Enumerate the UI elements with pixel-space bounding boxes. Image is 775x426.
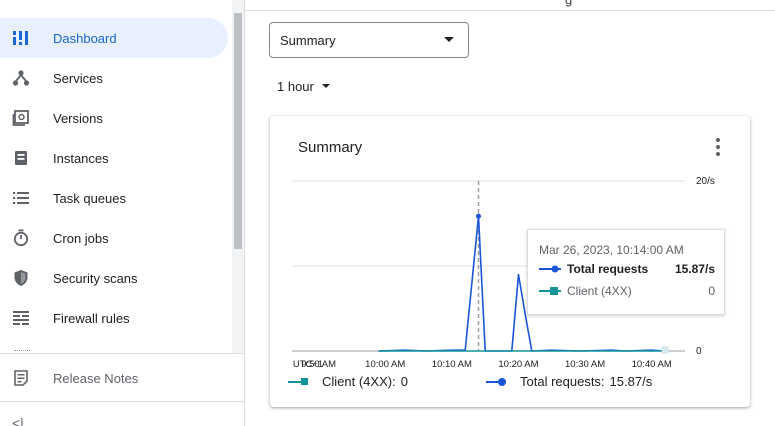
sidebar-item-task-queues[interactable]: Task queues: [0, 178, 228, 218]
sidebar-item-versions[interactable]: Versions: [0, 98, 228, 138]
sidebar-item-label: Services: [53, 70, 103, 86]
sidebar-item-label: Cron jobs: [53, 230, 109, 246]
tooltip-row-client-4xx: Client (4XX) 0: [539, 284, 715, 298]
security-scans-icon: [11, 268, 31, 288]
tooltip-row-total-requests: Total requests 15.87/s: [539, 262, 715, 276]
time-range-dropdown[interactable]: 1 hour: [277, 76, 330, 96]
divider: [0, 401, 244, 402]
x-tick-label: 10:10 AM: [432, 359, 472, 370]
sidebar-item-services[interactable]: Services: [0, 58, 228, 98]
legend-line-square-icon: [288, 377, 308, 385]
firewall-rules-icon: [11, 308, 31, 328]
collapse-sidebar-button[interactable]: <|: [12, 415, 24, 426]
x-tick-label: 10:20 AM: [498, 359, 538, 370]
tooltip-time: Mar 26, 2023, 10:14:00 AM: [539, 243, 684, 257]
dropdown-arrow-icon: [321, 83, 330, 88]
sidebar-item-label: Task queues: [53, 190, 126, 206]
view-select-dropdown[interactable]: Summary: [269, 22, 469, 58]
tooltip-series-value: 15.87/s: [674, 262, 715, 276]
cron-jobs-icon: [11, 228, 31, 248]
dashboard-icon: [11, 28, 31, 48]
legend-line-dot-icon: [486, 377, 506, 386]
services-icon: [11, 68, 31, 88]
divider: [0, 353, 244, 354]
instances-icon: [11, 148, 31, 168]
summary-chart-card: Summary 20/s 0 UTC+1 9:50 AM 10:00 AM 10:10 A…: [270, 116, 750, 407]
sidebar: Dashboard Services Versions Instances Ta…: [0, 0, 245, 426]
tooltip-series-name: Client (4XX): [567, 284, 632, 298]
release-notes-link[interactable]: Release Notes: [0, 358, 244, 398]
x-tick-label: 10:00 AM: [365, 359, 405, 370]
sidebar-item-instances[interactable]: Instances: [0, 138, 228, 178]
x-tick-label: 10:40 AM: [632, 359, 672, 370]
chart-tooltip: Mar 26, 2023, 10:14:00 AM Total requests…: [527, 229, 725, 315]
page-header-strip: g: [245, 0, 775, 11]
sidebar-item-dashboard[interactable]: Dashboard: [0, 18, 228, 58]
sidebar-item-firewall-rules[interactable]: Firewall rules: [0, 298, 228, 338]
legend-item-total-requests[interactable]: Total requests: 15.87/s: [486, 374, 652, 389]
x-tick-label: 9:50 AM: [301, 359, 336, 370]
release-notes-label: Release Notes: [53, 370, 139, 386]
sidebar-item-label: Security scans: [53, 270, 138, 286]
legend-label: Client (4XX):: [322, 374, 396, 389]
time-range-value: 1 hour: [277, 78, 314, 94]
series-line-dot-icon: [539, 265, 561, 273]
sidebar-scrollbar-thumb[interactable]: [234, 13, 242, 249]
legend-item-client-4xx[interactable]: Client (4XX): 0: [288, 374, 408, 389]
sidebar-item-security-scans[interactable]: Security scans: [0, 258, 228, 298]
versions-icon: [11, 108, 31, 128]
sidebar-item-cron-jobs[interactable]: Cron jobs: [0, 218, 228, 258]
y-tick-label: 20/s: [696, 176, 715, 187]
hover-point-total-requests: [476, 213, 482, 219]
release-notes-icon: [11, 368, 31, 388]
tooltip-series-name: Total requests: [567, 262, 649, 276]
sidebar-item-label: Versions: [53, 110, 103, 126]
task-queues-icon: [11, 188, 31, 208]
y-tick-label: 0: [696, 346, 702, 357]
tooltip-series-value: 0: [708, 284, 715, 298]
sidebar-item-label: Dashboard: [53, 30, 117, 46]
view-select-value: Summary: [280, 32, 336, 48]
series-line-square-icon: [539, 287, 561, 295]
legend-value: 0: [400, 374, 408, 389]
series-end-marker: [661, 346, 669, 354]
x-tick-label: 10:30 AM: [565, 359, 605, 370]
header-partial-text: g: [565, 0, 572, 7]
sidebar-nav: Dashboard Services Versions Instances Ta…: [0, 18, 228, 338]
legend-value: 15.87/s: [609, 374, 653, 389]
dropdown-arrow-icon: [444, 37, 454, 42]
sidebar-item-label: Firewall rules: [53, 310, 130, 326]
sidebar-item-label: Instances: [53, 150, 109, 166]
legend-label: Total requests:: [520, 374, 605, 389]
chart-legend: Client (4XX): 0 Total requests: 15.87/s: [288, 374, 748, 394]
